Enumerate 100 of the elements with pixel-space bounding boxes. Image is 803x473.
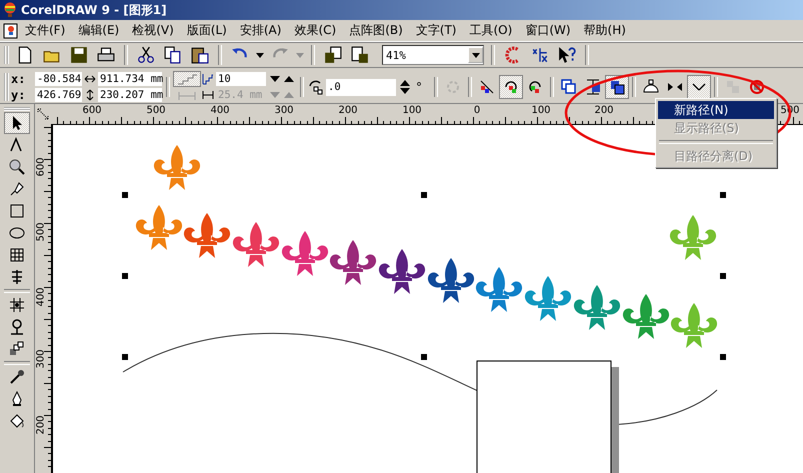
caret-icon[interactable] — [256, 51, 264, 59]
property-button[interactable] — [500, 76, 522, 98]
window-title: CorelDRAW 9 - [图形1] — [21, 2, 167, 18]
overlap-squares-icon — [561, 79, 577, 95]
toolbar-separator — [311, 45, 315, 65]
y-field[interactable]: 426.769 — [35, 88, 82, 102]
steps-spinner[interactable] — [268, 76, 296, 82]
selection-handle[interactable] — [122, 192, 128, 198]
counterclockwise-arrow-icon — [527, 79, 543, 95]
menu-item[interactable]: 检视(V) — [126, 22, 181, 39]
toolbar-separator — [166, 77, 170, 97]
ruler-label: 400 — [209, 105, 231, 116]
ruler-origin-icon[interactable] — [37, 108, 49, 120]
stacked-squares-icon — [609, 79, 625, 95]
scissors-icon[interactable] — [137, 46, 155, 64]
menu-item[interactable]: 新路径(N) — [658, 101, 774, 119]
toolbar-separator — [468, 77, 472, 97]
zoom-icon — [9, 159, 25, 175]
line-squares-icon — [479, 79, 495, 95]
menu-item[interactable]: 编辑(E) — [72, 22, 126, 39]
zoom-dropdown[interactable]: 41% — [382, 45, 484, 65]
balloon-icon — [2, 2, 18, 18]
property-button[interactable] — [606, 76, 628, 98]
steps-field[interactable]: 10 — [216, 72, 266, 86]
width-field[interactable]: 911.734 mm — [98, 72, 162, 86]
selection-handle[interactable] — [122, 273, 128, 279]
menu-item[interactable]: 效果(C) — [288, 22, 344, 39]
ellipse-icon — [9, 225, 25, 241]
selection-handle[interactable] — [421, 354, 427, 360]
steps-button-icon[interactable] — [174, 72, 200, 86]
menu-item[interactable]: 文件(F) — [19, 22, 72, 39]
menu-item[interactable]: 帮助(H) — [578, 22, 633, 39]
paste-icon[interactable] — [191, 46, 209, 64]
menu-item[interactable]: 文字(T) — [410, 22, 464, 39]
menu-item[interactable]: 安排(A) — [234, 22, 288, 39]
x-label: x: — [11, 72, 26, 86]
selection-handle[interactable] — [720, 354, 726, 360]
spacing-icon — [202, 89, 214, 101]
selection-handle[interactable] — [421, 192, 427, 198]
menu-item[interactable]: 版面(L) — [180, 22, 234, 39]
toolbar-separator — [585, 45, 589, 65]
ruler-label: 300 — [36, 349, 47, 369]
degree-label: ° — [416, 80, 422, 94]
tool-button[interactable] — [5, 113, 29, 133]
ruler-label: 200 — [593, 105, 615, 116]
toolbar-separator — [491, 45, 495, 65]
selection-handle[interactable] — [720, 192, 726, 198]
toolbar-grip[interactable] — [4, 73, 9, 101]
toolbar-separator — [300, 77, 304, 97]
ruler-label: 200 — [36, 415, 47, 435]
steps-icon — [202, 73, 214, 85]
spacing-icon — [585, 79, 601, 95]
selection-handle[interactable] — [122, 354, 128, 360]
crosshair-grid-icon — [9, 297, 25, 313]
rotation-icon — [308, 79, 324, 95]
ruler-label: 0 — [472, 105, 482, 116]
printer-icon[interactable] — [97, 46, 115, 64]
save-icon[interactable] — [70, 46, 88, 64]
gauge-icon — [643, 79, 659, 95]
toolbar-separator — [218, 45, 222, 65]
import-icon[interactable] — [324, 46, 342, 64]
menu-item[interactable]: 点阵图(B) — [343, 22, 410, 39]
toolbox-separator — [4, 289, 30, 293]
eyedropper-icon — [9, 369, 25, 385]
selection-handle[interactable] — [720, 273, 726, 279]
glyph-icon[interactable] — [531, 46, 549, 64]
dashed-ring-icon — [445, 79, 461, 95]
height-arrow-icon — [84, 89, 96, 101]
copy-icon[interactable] — [164, 46, 182, 64]
x-field[interactable]: -80.584 — [35, 72, 82, 86]
ruler-label: 300 — [273, 105, 295, 116]
ruler-label: 100 — [401, 105, 423, 116]
ruler-label: 600 — [36, 157, 47, 177]
new-file-icon[interactable] — [16, 46, 34, 64]
toolbar-grip[interactable] — [4, 46, 9, 64]
width-arrow-icon — [84, 73, 96, 85]
ruler-label: 600 — [81, 105, 103, 116]
toolbox-separator — [4, 361, 30, 365]
property-button[interactable] — [688, 76, 710, 98]
help-pointer-icon[interactable] — [558, 46, 576, 64]
y-label: y: — [11, 88, 26, 102]
copy-squares-icon — [725, 79, 741, 95]
toolbar-separator — [124, 45, 128, 65]
menu-item[interactable]: 窗口(W) — [519, 22, 578, 39]
rectangle-icon — [9, 203, 25, 219]
menu-item[interactable]: 工具(O) — [464, 22, 520, 39]
toolbar-separator — [550, 77, 554, 97]
ruler-label: 500 — [36, 222, 47, 242]
toolbar-separator — [434, 77, 438, 97]
document-icon[interactable] — [3, 22, 19, 38]
paint-bucket-icon — [9, 413, 25, 429]
height-field[interactable]: 230.207 mm — [98, 88, 162, 102]
ruler-label: 200 — [337, 105, 359, 116]
export-icon[interactable] — [351, 46, 369, 64]
rotation-field[interactable]: .0 — [326, 78, 396, 96]
rotation-spinner[interactable] — [398, 80, 412, 94]
no-sign-icon — [749, 79, 765, 95]
grid-icon — [9, 247, 25, 263]
ruler-label: 100 — [530, 105, 552, 116]
ruler-label: 500 — [145, 105, 167, 116]
